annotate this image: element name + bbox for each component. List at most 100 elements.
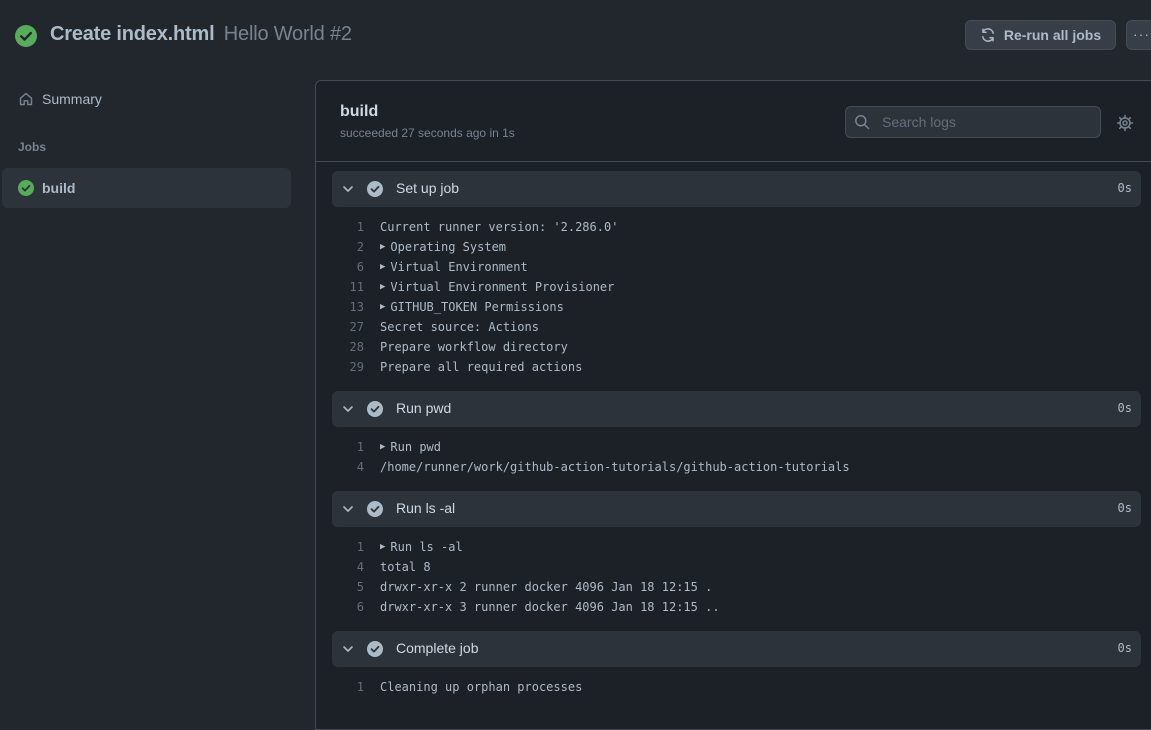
log-line: 27 Secret source: Actions — [332, 317, 1141, 337]
run-header: Create index.html Hello World #2 Re-run … — [0, 0, 1151, 72]
line-number[interactable]: 5 — [332, 577, 380, 597]
step-name: Run ls -al — [396, 500, 456, 516]
log-line[interactable]: 1 ▶ Run pwd — [332, 437, 1141, 457]
page-title: Create index.html Hello World #2 — [50, 23, 352, 46]
log-line[interactable]: 11 ▶ Virtual Environment Provisioner — [332, 277, 1141, 297]
triangle-right-icon[interactable]: ▶ — [380, 257, 385, 277]
workflow-run-title: Create index.html — [50, 23, 215, 45]
line-number[interactable]: 1 — [332, 217, 380, 237]
line-number[interactable]: 4 — [332, 457, 380, 477]
triangle-right-icon[interactable]: ▶ — [380, 437, 385, 457]
log-text: Run ls -al — [390, 540, 463, 554]
chevron-down-icon[interactable] — [342, 183, 354, 195]
step-log: 1 Cleaning up orphan processes — [332, 677, 1141, 697]
line-number[interactable]: 13 — [332, 297, 380, 317]
log-text: Secret source: Actions — [380, 320, 539, 334]
check-circle-fill-icon — [367, 641, 383, 657]
chevron-down-icon[interactable] — [342, 503, 354, 515]
log-text: Virtual Environment — [390, 260, 528, 274]
log-text: total 8 — [380, 560, 431, 574]
step-header[interactable]: Run pwd 0s — [332, 391, 1141, 427]
check-circle-fill-icon — [367, 401, 383, 417]
log-text: /home/runner/work/github-action-tutorial… — [380, 460, 850, 474]
kebab-horizontal-icon: ··· — [1133, 26, 1150, 42]
rerun-label: Re-run all jobs — [1003, 27, 1102, 43]
log-line[interactable]: 1 ▶ Run ls -al — [332, 537, 1141, 557]
chevron-down-icon[interactable] — [342, 403, 354, 415]
step-duration: 0s — [1117, 501, 1132, 515]
log-text: Operating System — [390, 240, 507, 254]
log-line: 29 Prepare all required actions — [332, 357, 1141, 377]
search-logs-input[interactable] — [880, 113, 1094, 131]
step-name: Complete job — [396, 640, 479, 656]
gear-icon[interactable] — [1116, 114, 1134, 132]
log-text: Current runner version: '2.286.0' — [380, 220, 619, 234]
log-line: 5 drwxr-xr-x 2 runner docker 4096 Jan 18 … — [332, 577, 1141, 597]
sidebar-item-label: Summary — [42, 91, 102, 107]
step-log: 1 ▶ Run pwd 4/home/runner/work/github-actio… — [332, 437, 1141, 477]
step-header[interactable]: Complete job 0s — [332, 631, 1141, 667]
step-duration: 0s — [1117, 401, 1132, 415]
step-header[interactable]: Run ls -al 0s — [332, 491, 1141, 527]
step-duration: 0s — [1117, 181, 1132, 195]
line-number[interactable]: 27 — [332, 317, 380, 337]
step-name: Set up job — [396, 180, 460, 196]
sync-icon — [981, 28, 994, 42]
log-line: 28 Prepare workflow directory — [332, 337, 1141, 357]
log-text: Virtual Environment Provisioner — [390, 280, 615, 294]
line-number[interactable]: 6 — [332, 597, 380, 617]
triangle-right-icon[interactable]: ▶ — [380, 537, 385, 557]
log-line[interactable]: 2 ▶ Operating System — [332, 237, 1141, 257]
sidebar-item-summary[interactable]: Summary — [18, 91, 102, 107]
log-line: 4 total 8 — [332, 557, 1141, 577]
log-text: Prepare workflow directory — [380, 340, 568, 354]
job-title: build — [340, 103, 379, 120]
job-status-text: succeeded 27 seconds ago in 1s — [340, 126, 515, 140]
step-header[interactable]: Set up job 0s — [332, 171, 1141, 207]
log-line: 4/home/runner/work/github-action-tutoria… — [332, 457, 1141, 477]
job-log-panel: build succeeded 27 seconds ago in 1s Sea… — [315, 80, 1151, 730]
log-line: 6 drwxr-xr-x 3 runner docker 4096 Jan 18 … — [332, 597, 1141, 617]
chevron-down-icon[interactable] — [342, 643, 354, 655]
more-options-button[interactable]: ··· — [1126, 20, 1151, 50]
check-circle-fill-icon — [367, 501, 383, 517]
log-line: 1 Current runner version: '2.286.0' — [332, 217, 1141, 237]
line-number[interactable]: 6 — [332, 257, 380, 277]
log-text: Run pwd — [390, 440, 441, 454]
job-header: build succeeded 27 seconds ago in 1s — [316, 81, 1151, 162]
rerun-all-jobs-button[interactable]: Re-run all jobs — [965, 20, 1116, 50]
line-number[interactable]: 4 — [332, 557, 380, 577]
search-logs-field[interactable] — [845, 106, 1101, 138]
line-number[interactable]: 1 — [332, 677, 380, 697]
sidebar-item-build[interactable]: build — [2, 168, 291, 208]
triangle-right-icon[interactable]: ▶ — [380, 237, 385, 257]
step-log: 1 ▶ Run ls -al 4 total 8 5 drwxr-xr-x 2 runner… — [332, 537, 1141, 617]
check-circle-fill-icon — [367, 181, 383, 197]
line-number[interactable]: 2 — [332, 237, 380, 257]
log-line: 1 Cleaning up orphan processes — [332, 677, 1141, 697]
log-text: drwxr-xr-x 3 runner docker 4096 Jan 18 1… — [380, 600, 720, 614]
log-text: Prepare all required actions — [380, 360, 583, 374]
line-number[interactable]: 11 — [332, 277, 380, 297]
line-number[interactable]: 29 — [332, 357, 380, 377]
line-number[interactable]: 28 — [332, 337, 380, 357]
workflow-run-subtitle: Hello World #2 — [223, 23, 352, 45]
line-number[interactable]: 1 — [332, 437, 380, 457]
step-log: 1 Current runner version: '2.286.0' 2 ▶ Oper… — [332, 217, 1141, 377]
jobs-heading: Jobs — [18, 140, 47, 154]
triangle-right-icon[interactable]: ▶ — [380, 297, 385, 317]
log-line[interactable]: 13 ▶ GITHUB_TOKEN Permissions — [332, 297, 1141, 317]
home-icon — [19, 92, 33, 106]
log-text: GITHUB_TOKEN Permissions — [390, 300, 564, 314]
triangle-right-icon[interactable]: ▶ — [380, 277, 385, 297]
line-number[interactable]: 1 — [332, 537, 380, 557]
step-duration: 0s — [1117, 641, 1132, 655]
step-name: Run pwd — [396, 400, 452, 416]
sidebar-item-label: build — [42, 180, 76, 196]
log-text: drwxr-xr-x 2 runner docker 4096 Jan 18 1… — [380, 580, 713, 594]
check-circle-fill-icon — [15, 25, 37, 47]
log-line[interactable]: 6 ▶ Virtual Environment — [332, 257, 1141, 277]
log-text: Cleaning up orphan processes — [380, 680, 583, 694]
search-icon — [855, 115, 870, 130]
check-circle-fill-icon — [18, 180, 34, 196]
